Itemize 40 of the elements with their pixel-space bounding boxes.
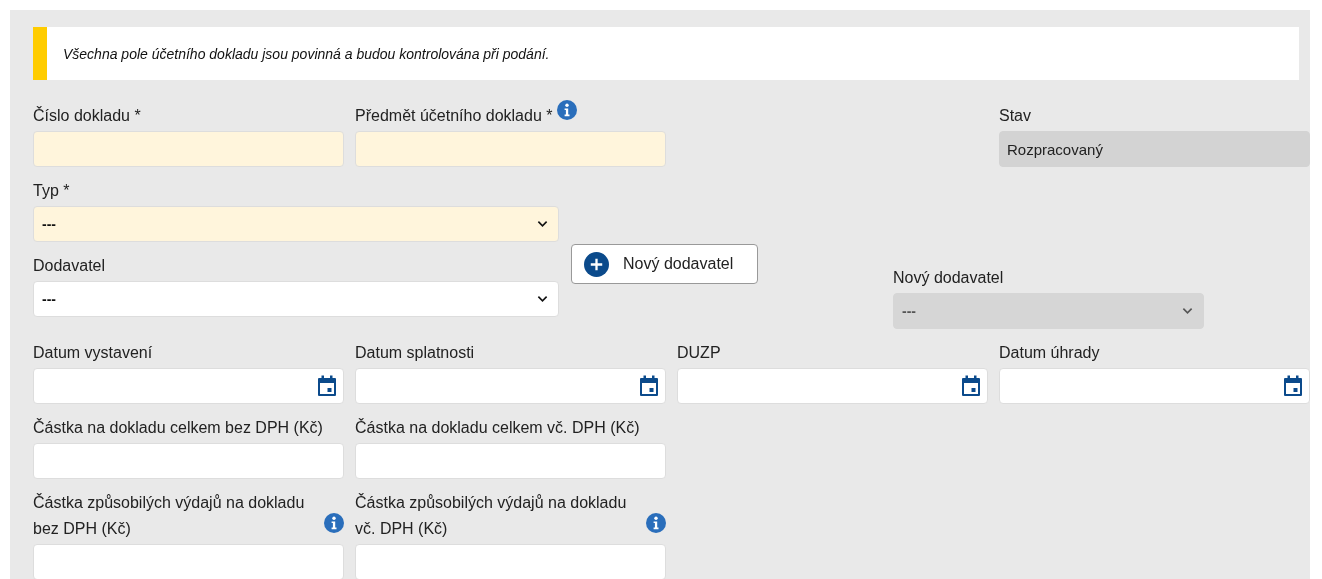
calendar-icon[interactable] xyxy=(961,375,981,397)
text-field[interactable] xyxy=(355,131,666,167)
field-label: Typ * xyxy=(33,181,70,201)
field-label: Datum úhrady xyxy=(999,343,1100,363)
field-label: Částka způsobilých výdajů na dokladu vč. DPH (Kč) xyxy=(355,492,628,539)
status-field: Rozpracovaný xyxy=(999,131,1310,167)
chevron-icon xyxy=(537,295,548,303)
field-label: Předmět účetního dokladu * xyxy=(355,106,553,126)
info-icon[interactable] xyxy=(557,100,578,120)
date-field[interactable] xyxy=(355,368,666,404)
field-label: Dodavatel xyxy=(33,256,106,276)
text-field[interactable] xyxy=(355,544,666,579)
date-field[interactable] xyxy=(999,368,1310,404)
info-icon[interactable] xyxy=(324,513,344,533)
field-label: Číslo dokladu * xyxy=(33,105,141,126)
chevron-icon xyxy=(1182,307,1193,315)
text-field[interactable] xyxy=(33,443,344,479)
calendar-icon[interactable] xyxy=(1283,375,1303,397)
select-field[interactable]: --- xyxy=(33,206,559,242)
notice-text: Všechna pole účetního dokladu jsou povinná a budou kontrolována při podání. xyxy=(63,45,550,62)
field-label: Stav xyxy=(999,106,1031,126)
field-label: Datum splatnosti xyxy=(355,343,475,363)
plus-icon xyxy=(584,251,609,277)
field-label: DUZP xyxy=(677,343,721,363)
new-supplier-button[interactable]: Nový dodavatel xyxy=(571,244,758,284)
field-label: Částka na dokladu celkem vč. DPH (Kč) xyxy=(355,417,640,438)
field-label: Částka způsobilých výdajů na dokladu bez DPH (Kč) xyxy=(33,492,306,539)
date-field[interactable] xyxy=(33,368,344,404)
select-field[interactable]: --- xyxy=(33,281,559,317)
field-label: Částka na dokladu celkem bez DPH (Kč) xyxy=(33,417,323,438)
info-icon[interactable] xyxy=(646,513,666,533)
calendar-icon[interactable] xyxy=(639,375,659,397)
field-label: Datum vystavení xyxy=(33,343,153,363)
date-field[interactable] xyxy=(677,368,988,404)
field-label: Nový dodavatel xyxy=(893,268,1004,288)
chevron-icon xyxy=(537,220,548,228)
text-field[interactable] xyxy=(33,131,344,167)
text-field[interactable] xyxy=(355,443,666,479)
calendar-icon[interactable] xyxy=(317,375,337,397)
text-field[interactable] xyxy=(33,544,344,579)
